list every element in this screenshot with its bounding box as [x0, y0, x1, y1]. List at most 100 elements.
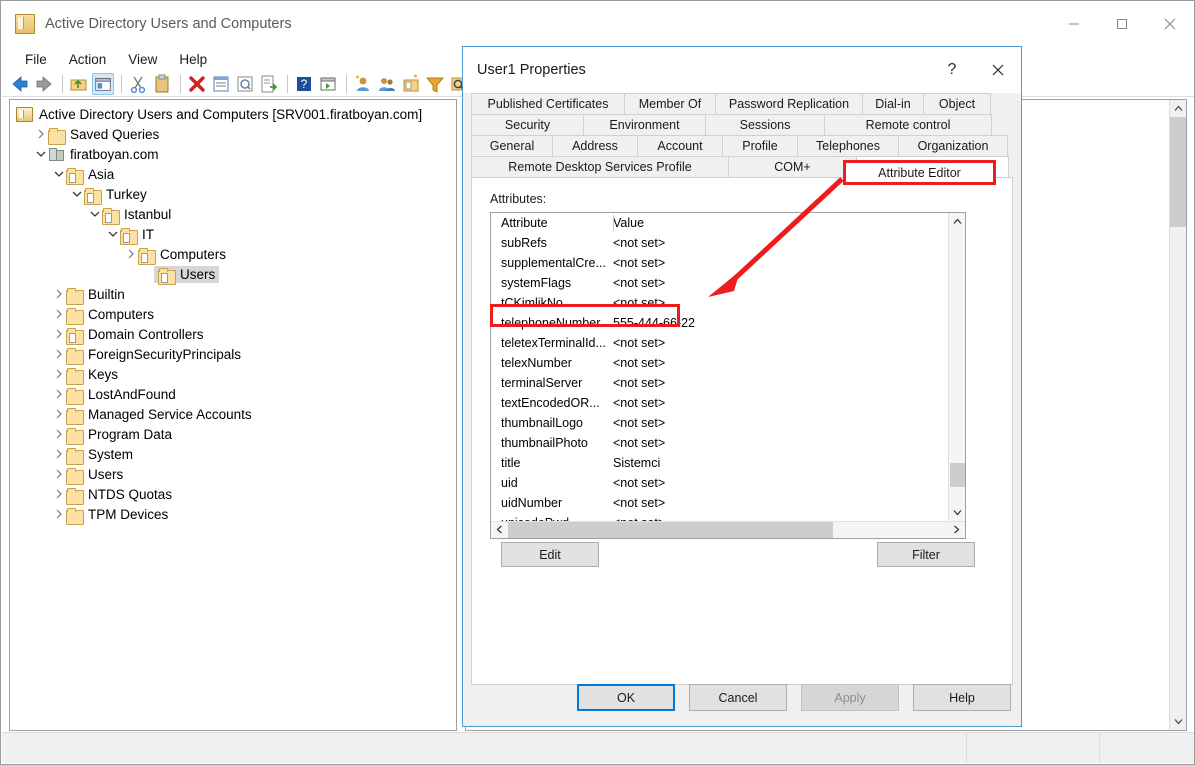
- attribute-row[interactable]: uid <not set>: [491, 473, 947, 493]
- tab-general[interactable]: General: [471, 135, 553, 156]
- tab-account[interactable]: Account: [637, 135, 723, 156]
- refresh-icon[interactable]: [234, 73, 256, 95]
- attributes-vertical-scrollbar[interactable]: [948, 213, 965, 521]
- chevron-right-icon[interactable]: [52, 467, 66, 481]
- menu-help[interactable]: Help: [168, 50, 218, 69]
- new-ou-icon[interactable]: [400, 73, 422, 95]
- chevron-right-icon[interactable]: [52, 387, 66, 401]
- column-header-attribute[interactable]: Attribute: [501, 216, 613, 230]
- tab-address[interactable]: Address: [552, 135, 638, 156]
- filter-button[interactable]: Filter: [877, 542, 975, 567]
- chevron-down-icon[interactable]: [70, 187, 84, 201]
- tree-node-tpm-devices[interactable]: TPM Devices: [10, 504, 456, 525]
- chevron-right-icon[interactable]: [52, 287, 66, 301]
- close-icon[interactable]: [1146, 1, 1194, 47]
- back-arrow-icon[interactable]: [9, 73, 31, 95]
- chevron-right-icon[interactable]: [34, 127, 48, 141]
- chevron-down-icon[interactable]: [34, 147, 48, 161]
- maximize-icon[interactable]: [1098, 1, 1146, 47]
- attribute-row[interactable]: textEncodedOR... <not set>: [491, 393, 947, 413]
- new-group-icon[interactable]: [376, 73, 398, 95]
- tab-telephones[interactable]: Telephones: [797, 135, 899, 156]
- result-pane-scrollbar[interactable]: [1169, 100, 1186, 730]
- tab-dial-in[interactable]: Dial-in: [862, 93, 924, 114]
- tab-password-replication[interactable]: Password Replication: [715, 93, 863, 114]
- attribute-row[interactable]: tCKimlikNo <not set>: [491, 293, 947, 313]
- tree-node-users[interactable]: Users: [10, 264, 456, 285]
- new-user-icon[interactable]: [352, 73, 374, 95]
- column-divider[interactable]: [613, 215, 614, 231]
- tab-environment[interactable]: Environment: [583, 114, 706, 135]
- tree-node-computers[interactable]: Computers: [10, 304, 456, 325]
- tree-node-domain-controllers[interactable]: Domain Controllers: [10, 324, 456, 345]
- tree-node-builtin[interactable]: Builtin: [10, 284, 456, 305]
- filter-icon[interactable]: [424, 73, 446, 95]
- menu-action[interactable]: Action: [58, 50, 118, 69]
- attribute-row[interactable]: supplementalCre... <not set>: [491, 253, 947, 273]
- tab-sessions[interactable]: Sessions: [705, 114, 825, 135]
- scroll-down-icon[interactable]: [1170, 713, 1186, 730]
- tree-node-keys[interactable]: Keys: [10, 364, 456, 385]
- show-console-tree-icon[interactable]: [317, 73, 339, 95]
- help-icon[interactable]: ?: [293, 73, 315, 95]
- chevron-right-icon[interactable]: [124, 247, 138, 261]
- edit-button[interactable]: Edit: [501, 542, 599, 567]
- tree-node-it[interactable]: IT: [10, 224, 456, 245]
- cut-icon[interactable]: [127, 73, 149, 95]
- tree-node-istanbul[interactable]: Istanbul: [10, 204, 456, 225]
- delete-icon[interactable]: [186, 73, 208, 95]
- attribute-row[interactable]: telexNumber <not set>: [491, 353, 947, 373]
- chevron-right-icon[interactable]: [52, 327, 66, 341]
- paste-icon[interactable]: [151, 73, 173, 95]
- attribute-row[interactable]: thumbnailLogo <not set>: [491, 413, 947, 433]
- menu-view[interactable]: View: [117, 50, 168, 69]
- ok-button[interactable]: OK: [577, 684, 675, 711]
- tab-security[interactable]: Security: [471, 114, 584, 135]
- attributes-hscroll-thumb[interactable]: [508, 522, 833, 538]
- tab-published-certificates[interactable]: Published Certificates: [471, 93, 625, 114]
- cancel-button[interactable]: Cancel: [689, 684, 787, 711]
- tree-node-ntds-quotas[interactable]: NTDS Quotas: [10, 484, 456, 505]
- chevron-right-icon[interactable]: [52, 407, 66, 421]
- attribute-row[interactable]: thumbnailPhoto <not set>: [491, 433, 947, 453]
- chevron-right-icon[interactable]: [52, 447, 66, 461]
- export-list-icon[interactable]: [258, 73, 280, 95]
- dialog-close-icon[interactable]: [975, 47, 1021, 93]
- chevron-right-icon[interactable]: [52, 347, 66, 361]
- attribute-row[interactable]: telephoneNumber 555-444-66-22: [491, 313, 947, 333]
- tab-profile[interactable]: Profile: [722, 135, 798, 156]
- tab-member-of[interactable]: Member Of: [624, 93, 716, 114]
- up-folder-icon[interactable]: [68, 73, 90, 95]
- tab-object[interactable]: Object: [923, 93, 991, 114]
- attributes-scroll-right-icon[interactable]: [948, 525, 965, 536]
- attributes-horizontal-scrollbar[interactable]: [491, 521, 965, 538]
- show-hide-tree-icon[interactable]: [92, 72, 114, 95]
- tab-com-[interactable]: COM+: [728, 156, 857, 177]
- properties-icon[interactable]: [210, 73, 232, 95]
- tree-node-lostandfound[interactable]: LostAndFound: [10, 384, 456, 405]
- minimize-icon[interactable]: [1050, 1, 1098, 47]
- attribute-row[interactable]: uidNumber <not set>: [491, 493, 947, 513]
- column-header-value[interactable]: Value: [613, 216, 644, 230]
- attributes-hscroll-track[interactable]: [508, 522, 948, 538]
- chevron-right-icon[interactable]: [52, 307, 66, 321]
- chevron-right-icon[interactable]: [52, 507, 66, 521]
- attribute-row[interactable]: teletexTerminalId... <not set>: [491, 333, 947, 353]
- chevron-right-icon[interactable]: [52, 427, 66, 441]
- scroll-up-icon[interactable]: [1170, 100, 1186, 117]
- attributes-scroll-left-icon[interactable]: [491, 525, 508, 536]
- tree-node-firatboyan-com[interactable]: firatboyan.com: [10, 144, 456, 164]
- attributes-listbox[interactable]: Attribute Value subRefs <not set> supplement…: [490, 212, 966, 539]
- attribute-row[interactable]: terminalServer <not set>: [491, 373, 947, 393]
- attribute-row[interactable]: subRefs <not set>: [491, 233, 947, 253]
- tab-organization[interactable]: Organization: [898, 135, 1008, 156]
- tree-node-turkey[interactable]: Turkey: [10, 184, 456, 205]
- scroll-thumb[interactable]: [1170, 117, 1186, 227]
- attributes-scroll-up-icon[interactable]: [949, 213, 965, 230]
- chevron-down-icon[interactable]: [52, 167, 66, 181]
- tab-remote-control[interactable]: Remote control: [824, 114, 992, 135]
- tree-node-foreignsecurityprincipals[interactable]: ForeignSecurityPrincipals: [10, 344, 456, 365]
- chevron-down-icon[interactable]: [88, 207, 102, 221]
- tab-remote-desktop-services-profile[interactable]: Remote Desktop Services Profile: [471, 156, 729, 177]
- forward-arrow-icon[interactable]: [33, 73, 55, 95]
